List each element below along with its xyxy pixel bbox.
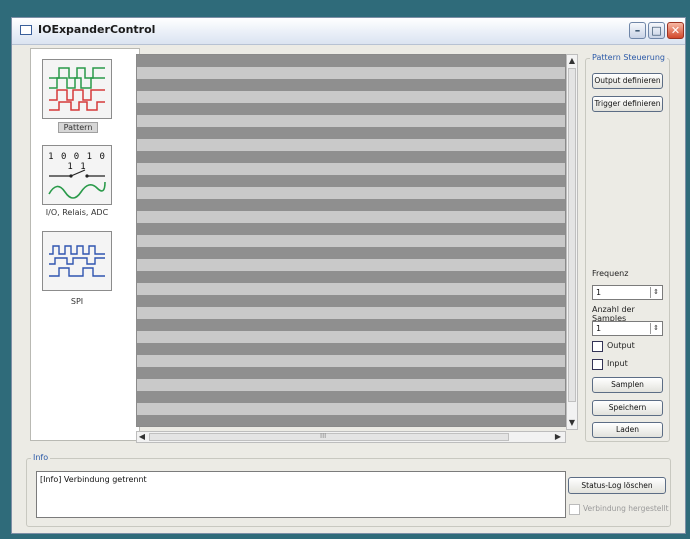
minimize-icon: – xyxy=(634,24,641,37)
title-bar[interactable]: IOExpanderControl – □ ✕ xyxy=(12,18,685,45)
sidebar-item-label: Pattern xyxy=(58,122,98,133)
io-relais-adc-icon: 1 0 0 1 0 1 1 xyxy=(42,145,112,205)
speichern-button[interactable]: Speichern xyxy=(592,400,663,416)
output-definieren-button[interactable]: Output definieren xyxy=(592,73,663,89)
trigger-definieren-button[interactable]: Trigger definieren xyxy=(592,96,663,112)
main-window: IOExpanderControl – □ ✕ Pattern 1 0 0 1 … xyxy=(11,17,686,534)
input-checkbox[interactable] xyxy=(592,359,603,370)
pattern-waveform-icon xyxy=(42,59,112,119)
minimize-button[interactable]: – xyxy=(629,22,646,39)
output-checkbox[interactable] xyxy=(592,341,603,352)
frequenz-label: Frequenz xyxy=(592,269,629,278)
scroll-up-icon[interactable]: ▲ xyxy=(568,55,576,67)
frequenz-spinbox[interactable]: 1 ⇕ xyxy=(592,285,663,300)
info-legend: Info xyxy=(31,453,51,462)
spin-arrows-icon[interactable]: ⇕ xyxy=(650,323,661,334)
pattern-steuerung-group: Pattern Steuerung Output definieren Trig… xyxy=(585,53,670,442)
status-log[interactable]: [Info] Verbindung getrennt xyxy=(36,471,566,518)
status-log-loeschen-button[interactable]: Status-Log löschen xyxy=(568,477,666,494)
close-button[interactable]: ✕ xyxy=(667,22,684,39)
samplen-button[interactable]: Samplen xyxy=(592,377,663,393)
output-checkbox-label: Output xyxy=(607,341,635,350)
vertical-scrollbar[interactable]: ▲ ▼ xyxy=(566,54,578,430)
scroll-right-icon[interactable]: ▶ xyxy=(553,432,563,442)
spi-waveform-icon xyxy=(42,231,112,291)
scroll-left-icon[interactable]: ◀ xyxy=(137,432,147,442)
status-log-message: [Info] Verbindung getrennt xyxy=(40,475,147,484)
input-checkbox-label: Input xyxy=(607,359,628,368)
maximize-button[interactable]: □ xyxy=(648,22,665,39)
horizontal-scrollbar[interactable]: ◀ III ▶ xyxy=(136,431,566,443)
close-icon: ✕ xyxy=(670,24,681,37)
verbindung-checkbox-label: Verbindung hergestellt xyxy=(583,504,669,513)
verbindung-checkbox xyxy=(569,504,580,515)
scroll-grip-icon: III xyxy=(320,432,327,440)
sidebar-item-label: I/O, Relais, ADC xyxy=(45,208,109,217)
sidebar-item-label: SPI xyxy=(70,297,84,306)
vertical-scroll-thumb[interactable] xyxy=(568,68,576,402)
samples-value: 1 xyxy=(596,324,602,333)
laden-button[interactable]: Laden xyxy=(592,422,663,438)
mode-sidebar: Pattern 1 0 0 1 0 1 1 I/O, Relais, ADC S… xyxy=(30,48,140,441)
scroll-down-icon[interactable]: ▼ xyxy=(568,417,576,429)
frequenz-value: 1 xyxy=(596,288,602,297)
pattern-grid[interactable] xyxy=(136,54,566,427)
spin-arrows-icon[interactable]: ⇕ xyxy=(650,287,661,298)
maximize-icon: □ xyxy=(651,24,662,37)
window-icon xyxy=(20,25,32,35)
horizontal-scroll-thumb[interactable]: III xyxy=(149,432,509,441)
pattern-steuerung-legend: Pattern Steuerung xyxy=(590,53,667,62)
window-title: IOExpanderControl xyxy=(38,23,156,36)
samples-spinbox[interactable]: 1 ⇕ xyxy=(592,321,663,336)
